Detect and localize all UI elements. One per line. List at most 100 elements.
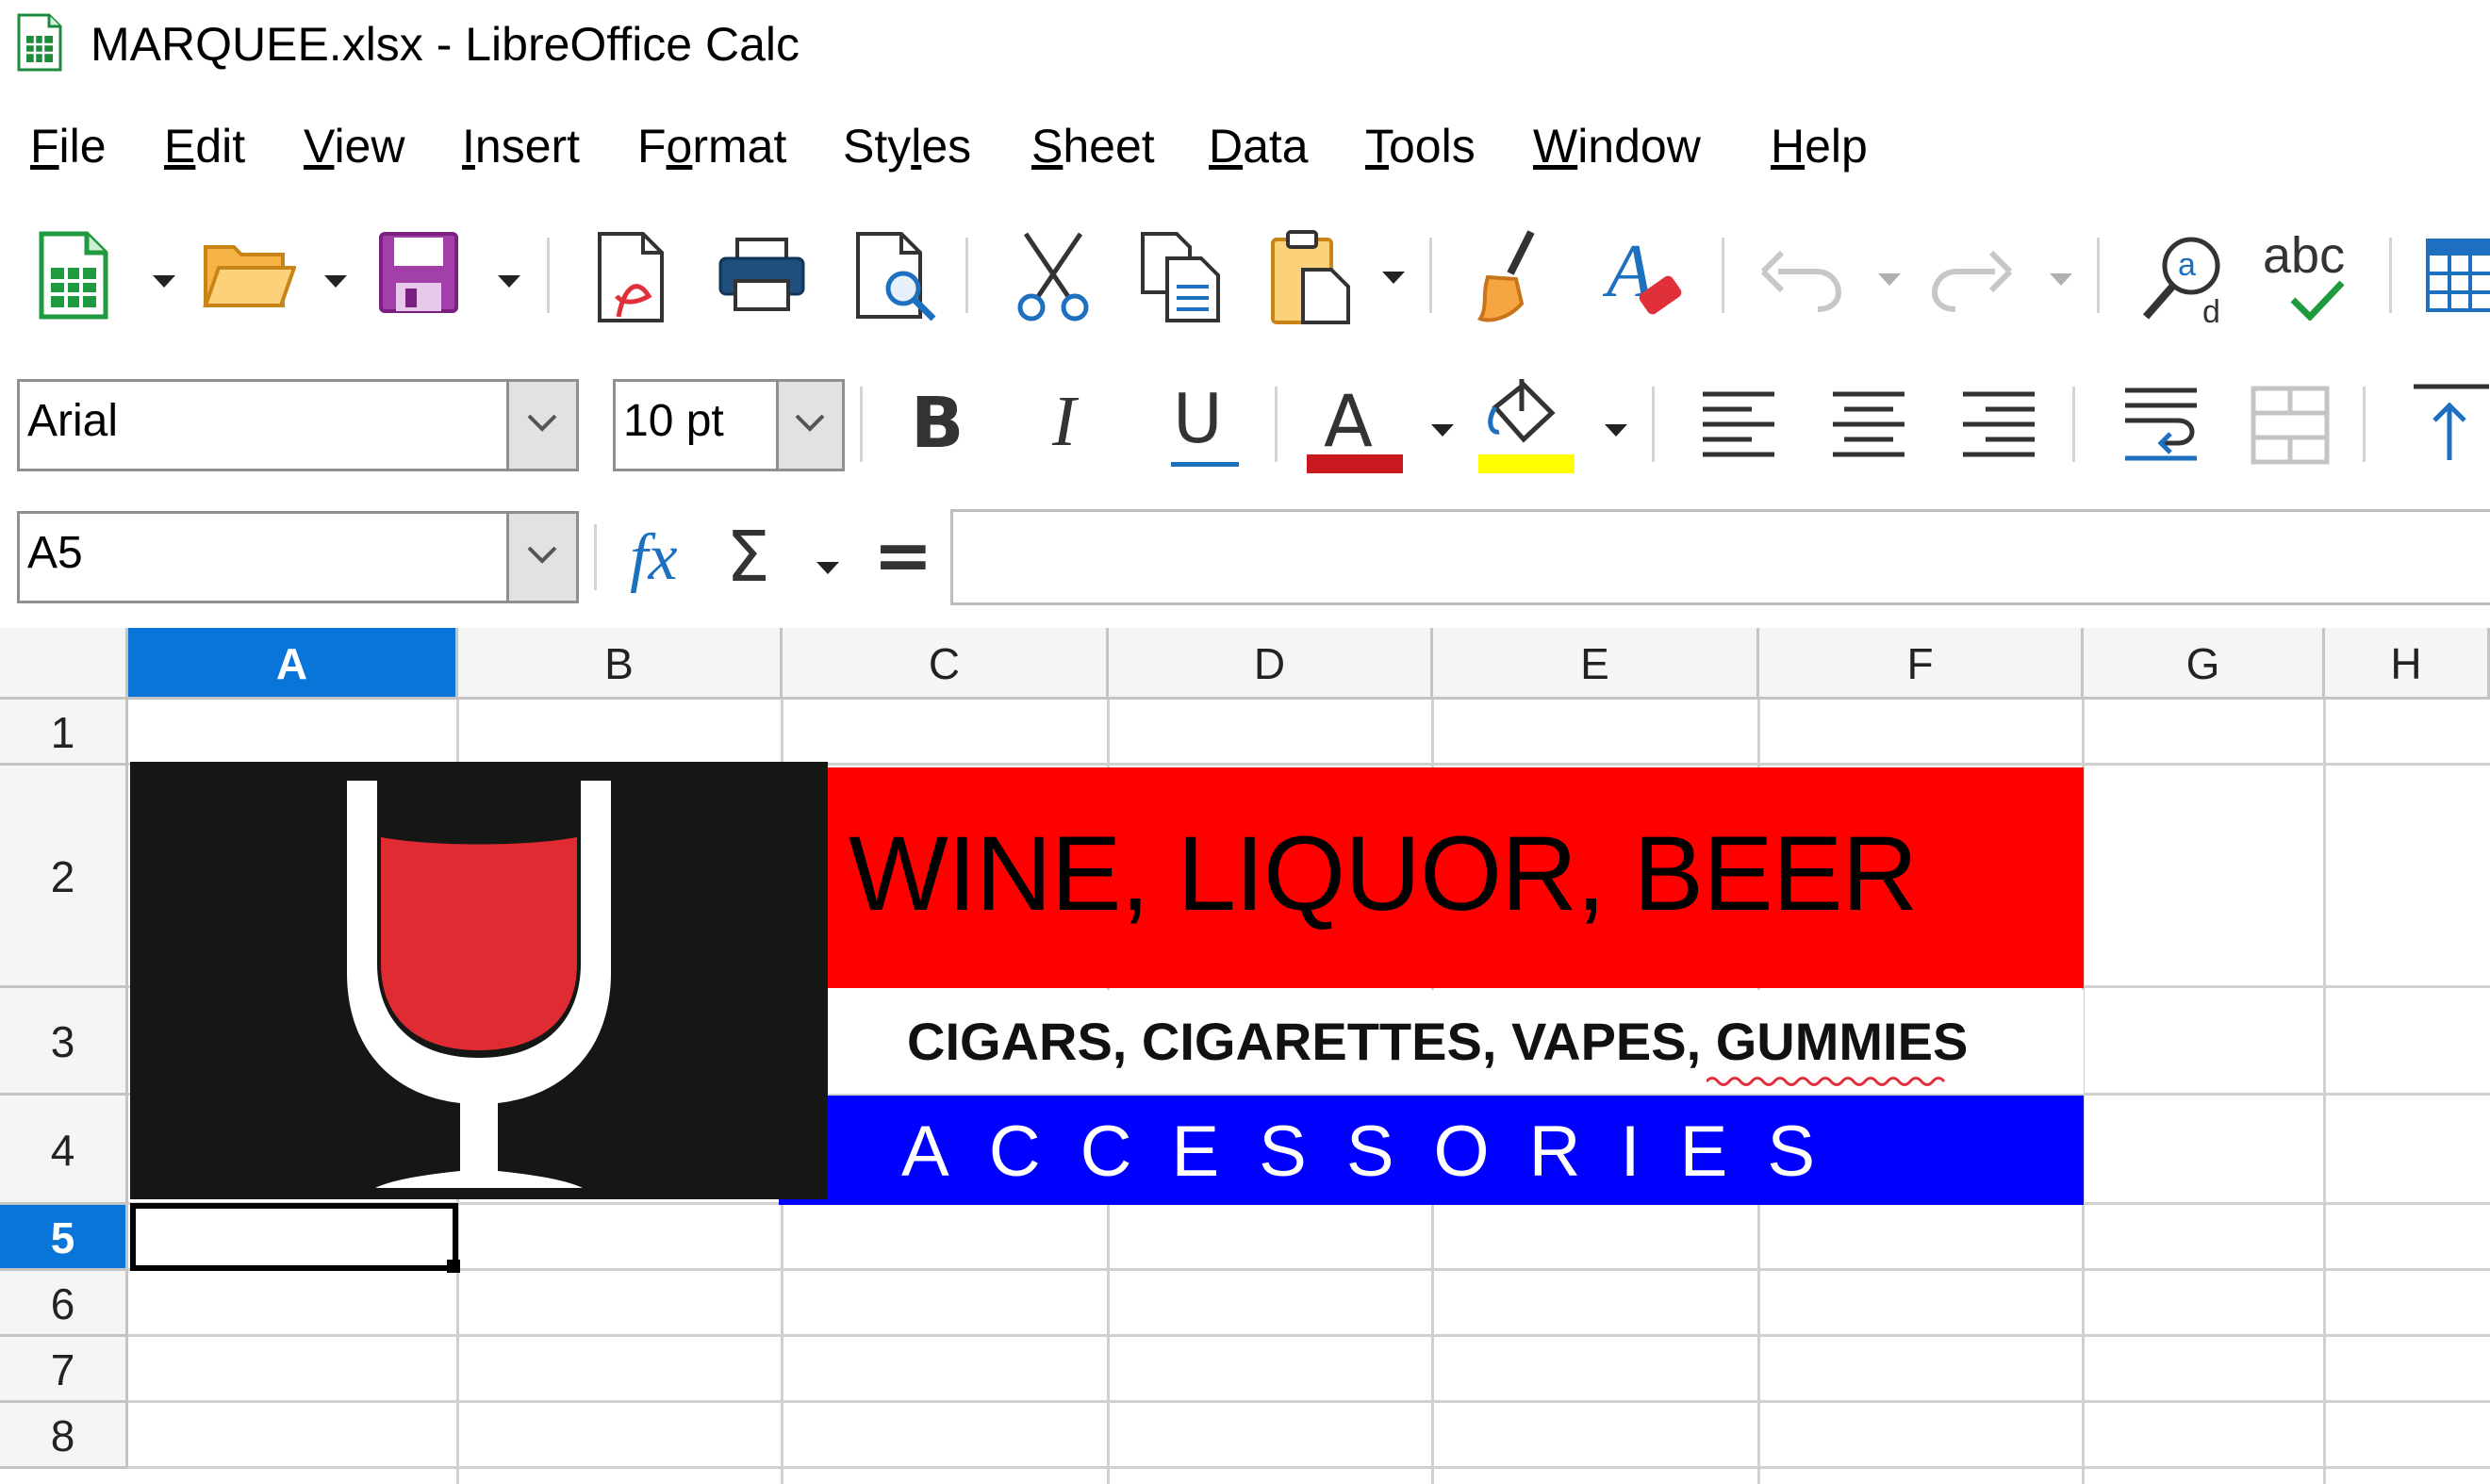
align-right-icon[interactable] — [1959, 388, 2038, 464]
toolbar-separator — [547, 238, 550, 313]
highlight-color-button[interactable] — [1478, 379, 1576, 473]
wrap-text-icon[interactable] — [2121, 385, 2201, 466]
toolbar-separator — [2072, 387, 2075, 462]
column-header-c[interactable]: C — [783, 628, 1109, 700]
column-header-e[interactable]: E — [1433, 628, 1759, 700]
align-center-icon[interactable] — [1829, 388, 1908, 464]
print-icon[interactable] — [717, 238, 807, 313]
menu-help[interactable]: Help — [1771, 119, 1868, 173]
column-header-a[interactable]: A — [128, 628, 458, 700]
column-header-h[interactable]: H — [2325, 628, 2490, 700]
merge-cells-icon[interactable] — [2250, 385, 2331, 466]
open-dropdown-arrow[interactable] — [324, 275, 347, 288]
export-pdf-icon[interactable] — [596, 230, 671, 324]
redo-icon[interactable] — [1929, 247, 2014, 313]
fill-handle[interactable] — [447, 1260, 460, 1273]
new-spreadsheet-icon[interactable] — [38, 230, 109, 321]
font-color-button[interactable]: A — [1307, 379, 1405, 473]
name-box[interactable]: A5 — [17, 511, 579, 603]
paste-dropdown-arrow[interactable] — [1382, 272, 1405, 284]
banner-subheadline: CIGARS, CIGARETTES, VAPES, GUMMIES — [907, 1012, 1969, 1071]
row-header-3[interactable]: 3 — [0, 988, 128, 1096]
banner-blue-band: ACCESSORIES — [779, 1096, 2084, 1205]
name-box-value[interactable]: A5 — [27, 527, 83, 579]
clear-formatting-icon[interactable]: A — [1603, 230, 1688, 324]
toolbar-separator — [2363, 387, 2366, 462]
column-header-d[interactable]: D — [1109, 628, 1433, 700]
row-header-1[interactable]: 1 — [0, 700, 128, 766]
italic-button[interactable]: I — [1052, 381, 1076, 463]
save-dropdown-arrow[interactable] — [498, 275, 520, 288]
select-all-corner[interactable] — [0, 628, 128, 700]
print-preview-icon[interactable] — [854, 230, 939, 324]
font-name-value[interactable]: Arial — [27, 395, 118, 447]
wine-logo-image[interactable] — [130, 762, 828, 1199]
formula-input[interactable] — [950, 509, 2490, 605]
toolbar-separator — [1652, 387, 1655, 462]
paste-icon[interactable] — [1269, 228, 1354, 326]
menu-format[interactable]: Format — [637, 119, 786, 173]
function-wizard-button[interactable]: fx — [630, 520, 678, 596]
align-left-icon[interactable] — [1699, 388, 1778, 464]
copy-icon[interactable] — [1139, 230, 1224, 324]
menu-window[interactable]: Window — [1533, 119, 1701, 173]
chevron-down-icon — [527, 414, 557, 432]
name-box-dropdown[interactable] — [506, 514, 576, 601]
font-name-dropdown[interactable] — [506, 382, 576, 469]
spreadsheet-grid: ABCDEFGH 12345678 WINE, LIQUOR, BEER CIG… — [0, 628, 2490, 1484]
row-header-4[interactable]: 4 — [0, 1096, 128, 1205]
formula-equals-button[interactable]: = — [873, 513, 933, 597]
save-icon[interactable] — [377, 230, 460, 315]
sum-dropdown-arrow[interactable] — [816, 562, 839, 574]
toolbar-separator — [594, 524, 597, 590]
menu-tools[interactable]: Tools — [1365, 119, 1476, 173]
toolbar-separator — [1722, 238, 1724, 313]
align-top-icon[interactable] — [2410, 381, 2490, 466]
column-header-b[interactable]: B — [458, 628, 783, 700]
active-cell-a5[interactable] — [130, 1203, 458, 1271]
font-size-dropdown[interactable] — [776, 382, 842, 469]
find-replace-icon[interactable]: a d — [2140, 228, 2229, 326]
grid-row-line — [128, 1334, 2490, 1337]
row-header-8[interactable]: 8 — [0, 1403, 128, 1469]
sum-button[interactable]: Σ — [726, 517, 770, 598]
font-size-value[interactable]: 10 pt — [623, 395, 724, 447]
svg-text:a: a — [2178, 247, 2196, 283]
menu-file[interactable]: File — [30, 119, 107, 173]
redo-dropdown-arrow[interactable] — [2050, 273, 2072, 286]
toolbar-separator — [1275, 387, 1278, 462]
banner-accessories: ACCESSORIES — [901, 1112, 1855, 1192]
row-column-icon[interactable] — [2425, 238, 2490, 313]
toolbar-separator — [860, 387, 863, 462]
column-header-g[interactable]: G — [2084, 628, 2325, 700]
font-size-combo[interactable]: 10 pt — [613, 379, 845, 471]
row-header-2[interactable]: 2 — [0, 766, 128, 988]
new-dropdown-arrow[interactable] — [153, 275, 175, 288]
open-folder-icon[interactable] — [202, 238, 296, 313]
toolbar-separator — [2097, 238, 2100, 313]
undo-icon[interactable] — [1759, 247, 1844, 313]
cut-icon[interactable] — [1013, 230, 1094, 324]
calc-spreadsheet-icon — [17, 13, 62, 72]
font-name-combo[interactable]: Arial — [17, 379, 579, 471]
menu-view[interactable]: View — [304, 119, 404, 173]
font-color-dropdown-arrow[interactable] — [1431, 424, 1454, 437]
spelling-icon[interactable]: abc — [2263, 226, 2357, 326]
row-header-6[interactable]: 6 — [0, 1271, 128, 1337]
chevron-down-icon — [795, 414, 825, 432]
row-header-5[interactable]: 5 — [0, 1205, 128, 1271]
menu-styles[interactable]: Styles — [843, 119, 971, 173]
menu-insert[interactable]: Insert — [462, 119, 580, 173]
highlight-dropdown-arrow[interactable] — [1605, 424, 1627, 437]
undo-dropdown-arrow[interactable] — [1878, 273, 1901, 286]
row-header-7[interactable]: 7 — [0, 1337, 128, 1403]
bold-button[interactable]: B — [911, 383, 964, 464]
menu-sheet[interactable]: Sheet — [1031, 119, 1155, 173]
column-header-f[interactable]: F — [1759, 628, 2084, 700]
clone-formatting-icon[interactable] — [1473, 228, 1552, 326]
menu-data[interactable]: Data — [1209, 119, 1309, 173]
underline-button[interactable]: U — [1169, 379, 1245, 473]
menu-edit[interactable]: Edit — [164, 119, 245, 173]
menu-bar: File Edit View Insert Format Styles Sheet Data T… — [0, 102, 2490, 187]
chevron-down-icon — [527, 546, 557, 564]
